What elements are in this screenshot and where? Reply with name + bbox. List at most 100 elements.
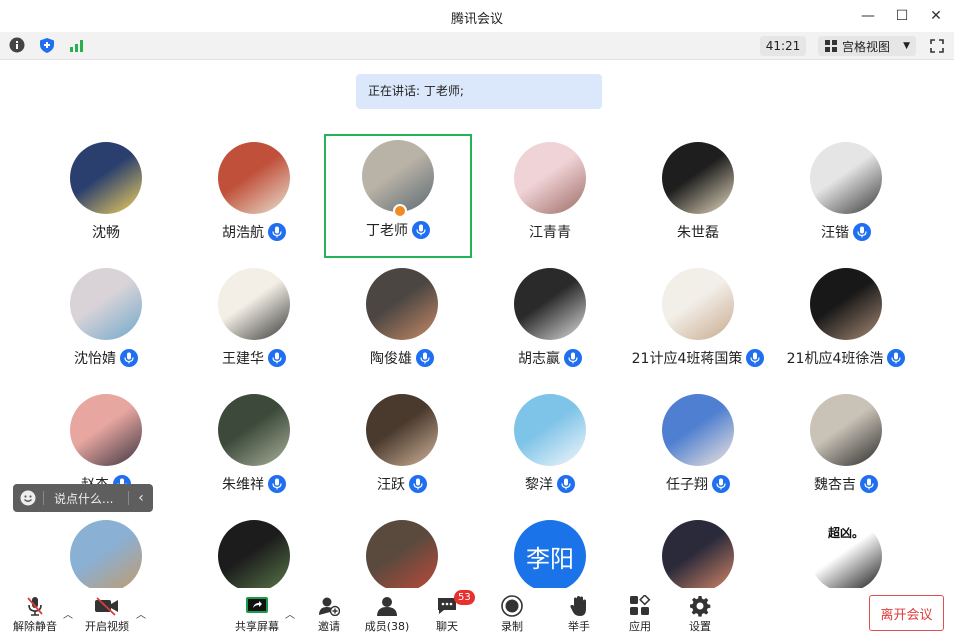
emoji-icon[interactable] bbox=[13, 490, 43, 506]
participant-tile[interactable]: 21计应4班蒋国策 bbox=[624, 262, 772, 386]
avatar bbox=[366, 268, 438, 340]
participant-name-row: 魏杏吉 bbox=[772, 474, 920, 494]
view-mode-label: 宫格视图 bbox=[842, 39, 891, 54]
avatar bbox=[70, 394, 142, 466]
microphone-icon bbox=[557, 475, 575, 493]
unmute-label: 解除静音 bbox=[13, 620, 57, 633]
hand-icon bbox=[569, 594, 589, 618]
participant-tile[interactable]: 21机应4班徐浩 bbox=[772, 262, 920, 386]
video-options-caret-icon[interactable]: ︿ bbox=[136, 606, 146, 621]
start-video-button[interactable]: 开启视频 bbox=[84, 594, 130, 634]
participant-name-row: 沈怡婧 bbox=[32, 348, 180, 368]
info-icon[interactable] bbox=[8, 36, 26, 54]
avatar bbox=[218, 142, 290, 214]
participant-tile[interactable]: 胡志赢 bbox=[476, 262, 624, 386]
participant-tile[interactable]: 胡浩航 bbox=[180, 136, 328, 260]
invite-button[interactable]: 邀请 bbox=[314, 594, 344, 634]
microphone-icon bbox=[746, 349, 765, 367]
raise-hand-button[interactable]: 举手 bbox=[565, 594, 593, 634]
participant-tile[interactable]: 江青青 bbox=[476, 136, 624, 260]
minimize-icon[interactable]: — bbox=[858, 6, 878, 26]
unmute-button[interactable]: 解除静音 bbox=[12, 594, 58, 634]
share-label: 共享屏幕 bbox=[235, 620, 279, 633]
participant-name: 沈怡婧 bbox=[74, 351, 116, 367]
avatar: 超凶。 bbox=[810, 520, 882, 592]
participant-tile[interactable]: 丁老师 bbox=[324, 134, 472, 258]
video-label: 开启视频 bbox=[85, 620, 129, 633]
view-mode-dropdown[interactable]: 宫格视图 ▼ bbox=[818, 36, 916, 56]
participant-tile[interactable]: 任子翔 bbox=[624, 388, 772, 512]
avatar bbox=[70, 142, 142, 214]
participant-tile[interactable]: 沈怡婧 bbox=[32, 262, 180, 386]
microphone-icon bbox=[120, 349, 138, 367]
add-user-icon bbox=[318, 594, 340, 618]
microphone-icon bbox=[564, 349, 582, 367]
participant-name-row: 朱维祥 bbox=[180, 474, 328, 494]
chat-button[interactable]: 53 聊天 bbox=[434, 590, 475, 634]
share-options-caret-icon[interactable]: ︿ bbox=[285, 606, 295, 621]
chat-icon: 53 bbox=[436, 590, 475, 618]
avatar bbox=[366, 520, 438, 592]
record-label: 录制 bbox=[501, 620, 523, 633]
close-icon[interactable]: ✕ bbox=[926, 6, 946, 26]
collapse-chevron-icon[interactable]: ‹ bbox=[129, 490, 153, 506]
participant-name-row: 任子翔 bbox=[624, 474, 772, 494]
speaking-banner: 正在讲话: 丁老师; bbox=[356, 74, 602, 109]
participant-tile[interactable]: 汪跃 bbox=[328, 388, 476, 512]
quick-chat-bar[interactable]: 说点什么... ‹ bbox=[13, 484, 153, 512]
members-label: 成员(38) bbox=[364, 620, 410, 633]
fullscreen-icon[interactable] bbox=[928, 36, 946, 56]
participant-name-row: 沈畅 bbox=[32, 222, 180, 242]
participant-name-row: 胡志赢 bbox=[476, 348, 624, 368]
leave-meeting-button[interactable]: 离开会议 bbox=[869, 595, 944, 631]
participant-name-row: 王建华 bbox=[180, 348, 328, 368]
participant-tile[interactable]: 沈畅 bbox=[32, 136, 180, 260]
microphone-icon bbox=[887, 349, 906, 367]
participant-tile[interactable]: 朱世磊 bbox=[624, 136, 772, 260]
participant-name-row: 江青青 bbox=[476, 222, 624, 242]
bottom-control-bar: 解除静音 ︿ 开启视频 ︿ 共享屏幕 ︿ 邀请 成员(38) 53 聊天 录制 … bbox=[0, 588, 954, 640]
settings-label: 设置 bbox=[689, 620, 711, 633]
share-screen-button[interactable]: 共享屏幕 bbox=[234, 594, 280, 634]
apps-button[interactable]: 应用 bbox=[626, 594, 654, 634]
avatar: 李阳 bbox=[514, 520, 586, 592]
host-badge-icon bbox=[393, 204, 407, 218]
participant-tile[interactable]: 黎洋 bbox=[476, 388, 624, 512]
settings-button[interactable]: 设置 bbox=[686, 594, 714, 634]
gear-icon bbox=[689, 594, 711, 618]
grid-icon bbox=[825, 40, 837, 52]
participant-name: 江青青 bbox=[529, 225, 571, 241]
chat-unread-badge: 53 bbox=[454, 590, 475, 605]
avatar bbox=[662, 520, 734, 592]
microphone-icon bbox=[860, 475, 878, 493]
window-title: 腾讯会议 bbox=[450, 12, 503, 27]
audio-options-caret-icon[interactable]: ︿ bbox=[63, 606, 73, 621]
participant-tile[interactable]: 魏杏吉 bbox=[772, 388, 920, 512]
participant-tile[interactable]: 汪锴 bbox=[772, 136, 920, 260]
participant-tile[interactable]: 王建华 bbox=[180, 262, 328, 386]
participant-name: 朱世磊 bbox=[677, 225, 719, 241]
avatar bbox=[362, 140, 434, 212]
participant-tile[interactable]: 陶俊雄 bbox=[328, 262, 476, 386]
participant-name-row: 汪跃 bbox=[328, 474, 476, 494]
avatar bbox=[218, 268, 290, 340]
members-button[interactable]: 成员(38) bbox=[364, 594, 410, 634]
microphone-icon bbox=[712, 475, 730, 493]
microphone-icon bbox=[412, 221, 430, 239]
record-button[interactable]: 录制 bbox=[498, 594, 526, 634]
chat-input-placeholder[interactable]: 说点什么... bbox=[54, 490, 128, 507]
signal-icon[interactable] bbox=[68, 36, 86, 54]
avatar-text: 超凶。 bbox=[827, 526, 864, 540]
participant-tile[interactable]: 朱维祥 bbox=[180, 388, 328, 512]
participant-name: 朱维祥 bbox=[222, 477, 264, 493]
participant-name: 21机应4班徐浩 bbox=[786, 351, 884, 367]
participant-name: 21计应4班蒋国策 bbox=[631, 351, 743, 367]
participant-name: 汪跃 bbox=[377, 477, 405, 493]
participant-name: 黎洋 bbox=[525, 477, 553, 493]
shield-icon[interactable] bbox=[38, 36, 56, 54]
meeting-toolbar: 41:21 宫格视图 ▼ bbox=[0, 32, 954, 60]
participant-name-row: 21计应4班蒋国策 bbox=[624, 348, 772, 368]
participant-name: 汪锴 bbox=[821, 225, 849, 241]
maximize-icon[interactable]: ☐ bbox=[892, 6, 912, 26]
record-icon bbox=[501, 594, 523, 618]
